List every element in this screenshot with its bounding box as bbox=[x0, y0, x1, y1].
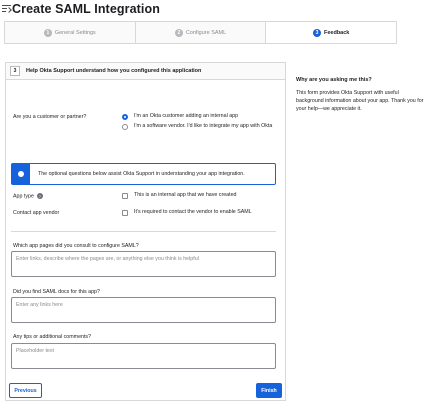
page-header: Create SAML Integration bbox=[2, 1, 160, 16]
q2-label: Did you find SAML docs for this app? bbox=[13, 289, 100, 295]
customer-question-label: Are you a customer or partner? bbox=[13, 114, 87, 120]
sidebar-body: This form provides Okta Support with use… bbox=[296, 90, 424, 113]
step-label: Configure SAML bbox=[185, 29, 227, 36]
radio-software-vendor[interactable] bbox=[122, 124, 128, 130]
app-type-label: App type? bbox=[13, 193, 43, 199]
step-number: 1 bbox=[43, 28, 52, 37]
wizard-steps: 1 General Settings 2 Configure SAML 3 Fe… bbox=[4, 21, 397, 44]
contact-vendor-label: Contact app vendor bbox=[13, 210, 60, 216]
checkbox-contact-vendor[interactable] bbox=[122, 210, 128, 216]
comments-textarea[interactable] bbox=[11, 343, 276, 369]
app-pages-textarea[interactable] bbox=[11, 251, 276, 277]
step-feedback[interactable]: 3 Feedback bbox=[266, 22, 397, 43]
radio-software-vendor-label: I'm a software vendor. I'd like to integ… bbox=[134, 123, 273, 129]
previous-button[interactable]: Previous bbox=[9, 383, 42, 398]
divider bbox=[11, 231, 276, 232]
panel-title: Help Okta Support understand how you con… bbox=[26, 68, 202, 74]
feedback-panel: 3 Help Okta Support understand how you c… bbox=[5, 62, 286, 401]
q3-label: Any tips or additional comments? bbox=[13, 334, 92, 340]
help-sidebar: Why are you asking me this? This form pr… bbox=[296, 77, 424, 114]
radio-okta-customer-label: I'm an Okta customer adding an internal … bbox=[134, 113, 239, 119]
step-general-settings[interactable]: 1 General Settings bbox=[5, 22, 136, 43]
saml-docs-textarea[interactable] bbox=[11, 297, 276, 323]
app-add-icon bbox=[2, 4, 12, 13]
step-number: 3 bbox=[312, 28, 321, 37]
finish-button[interactable]: Finish bbox=[256, 383, 282, 398]
step-label: General Settings bbox=[54, 29, 96, 36]
info-icon bbox=[12, 164, 30, 184]
radio-okta-customer[interactable] bbox=[122, 114, 128, 120]
step-configure-saml[interactable]: 2 Configure SAML bbox=[135, 22, 267, 43]
sidebar-title: Why are you asking me this? bbox=[296, 77, 372, 83]
app-type-text: App type bbox=[13, 193, 34, 200]
page-title: Create SAML Integration bbox=[12, 1, 160, 16]
checkbox-internal-app[interactable] bbox=[122, 193, 128, 199]
step-label: Feedback bbox=[323, 29, 350, 36]
checkbox-internal-app-label: This is an internal app that we have cre… bbox=[134, 192, 237, 198]
help-icon[interactable]: ? bbox=[36, 193, 43, 199]
panel-header: 3 Help Okta Support understand how you c… bbox=[6, 63, 285, 80]
info-callout: The optional questions below assist Okta… bbox=[11, 163, 276, 185]
section-number: 3 bbox=[10, 66, 20, 76]
step-number: 2 bbox=[174, 28, 183, 37]
q1-label: Which app pages did you consult to confi… bbox=[13, 243, 139, 249]
info-text: The optional questions below assist Okta… bbox=[38, 171, 245, 177]
checkbox-contact-vendor-label: It's required to contact the vendor to e… bbox=[134, 209, 252, 215]
